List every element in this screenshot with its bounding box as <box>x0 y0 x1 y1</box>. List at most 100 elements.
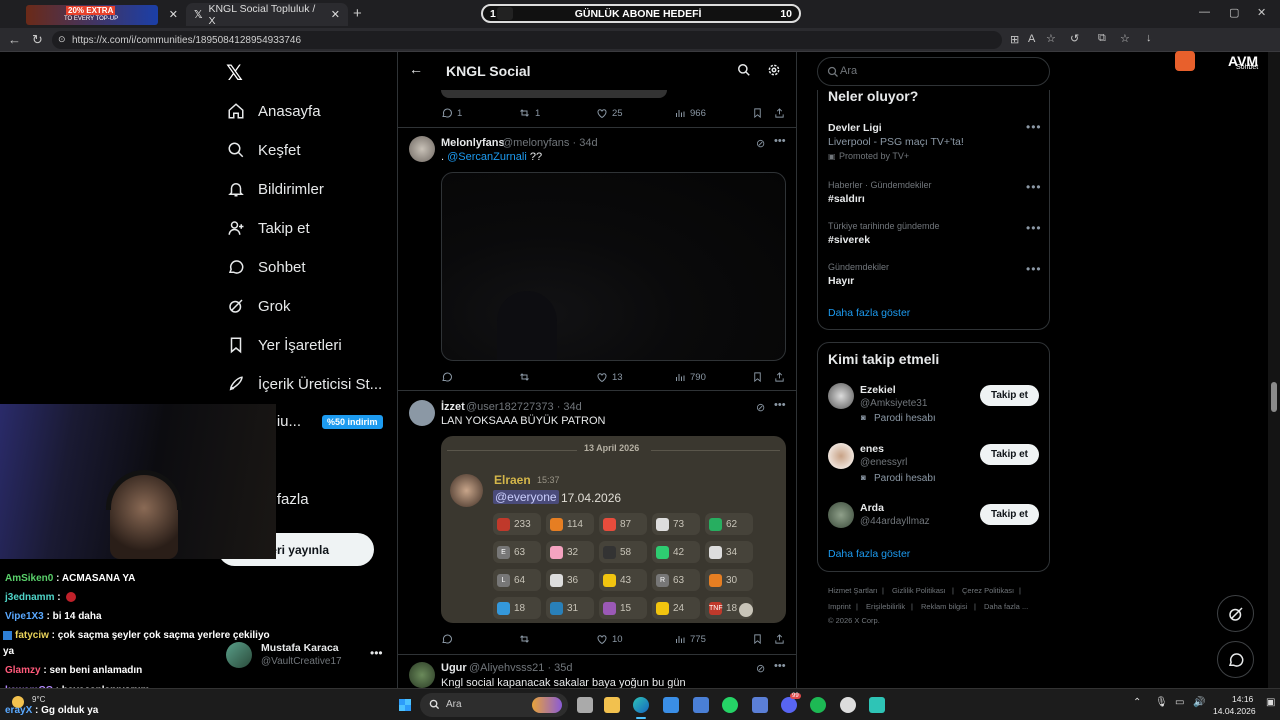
grok-explain-icon[interactable]: ⊘ <box>756 662 765 675</box>
follow-button[interactable]: Takip et <box>980 444 1039 465</box>
discord-icon[interactable] <box>781 697 797 713</box>
mic-icon[interactable]: 🎙 <box>1155 697 1168 708</box>
share-button[interactable] <box>774 633 785 645</box>
extensions-icon[interactable]: ⧉ <box>1098 32 1106 45</box>
footer-link[interactable]: Gizlilik Politikası <box>892 586 946 595</box>
url-field[interactable]: ⊙ https://x.com/i/communities/1895084128… <box>52 31 1002 49</box>
footer-link[interactable]: Erişilebilirlik <box>866 602 905 611</box>
scrollbar-thumb[interactable] <box>1271 382 1277 412</box>
nav-home[interactable]: Anasayfa <box>226 101 321 121</box>
clock-date[interactable]: 14.04.2026 <box>1213 706 1256 716</box>
nav-bookmarks[interactable]: Yer İşaretleri <box>226 335 342 355</box>
clock-time[interactable]: 14:16 <box>1232 694 1253 704</box>
tray-chevron-icon[interactable]: ⌃ <box>1133 697 1141 708</box>
extension-avm-icon[interactable] <box>1175 51 1195 71</box>
app-icon[interactable] <box>752 697 768 713</box>
reload-icon[interactable]: ↻ <box>32 32 43 48</box>
grok-float-button[interactable] <box>1217 595 1254 632</box>
footer-link[interactable]: Daha fazla ... <box>984 602 1028 611</box>
close-icon[interactable]: ✕ <box>169 8 178 21</box>
more-icon[interactable]: ••• <box>1026 120 1042 134</box>
grok-explain-icon[interactable]: ⊘ <box>756 401 765 414</box>
reply-button[interactable]: 1 <box>441 107 462 119</box>
footer-link[interactable]: Reklam bilgisi <box>921 602 967 611</box>
bookmark-button[interactable] <box>752 633 763 645</box>
refresh-extension-icon[interactable]: ↺ <box>1070 32 1079 45</box>
spotify-icon[interactable] <box>810 697 826 713</box>
task-view-icon[interactable] <box>577 697 593 713</box>
speaker-icon[interactable]: 🔊 <box>1193 697 1205 708</box>
app-icon[interactable] <box>869 697 885 713</box>
browser-tab-active[interactable]: 𝕏 KNGL Social Topluluk / X ✕ <box>186 3 348 27</box>
whatsapp-icon[interactable] <box>722 697 738 713</box>
nav-chat[interactable]: Sohbet <box>226 257 306 277</box>
post-author-name[interactable]: İzzet <box>441 401 465 413</box>
trends-show-more-link[interactable]: Daha fazla göster <box>828 307 910 319</box>
store-icon[interactable] <box>663 697 679 713</box>
more-icon[interactable]: ••• <box>774 399 786 411</box>
maximize-icon[interactable]: ▢ <box>1229 6 1239 19</box>
more-icon[interactable]: ••• <box>370 646 383 660</box>
more-icon[interactable]: ••• <box>1026 262 1042 276</box>
start-icon[interactable] <box>397 697 413 713</box>
avatar[interactable] <box>409 136 435 162</box>
nav-creator-studio[interactable]: İçerik Üreticisi St... <box>226 374 382 394</box>
footer-link[interactable]: Imprint <box>828 602 851 611</box>
more-icon[interactable]: ••• <box>774 135 786 147</box>
mail-icon[interactable] <box>693 697 709 713</box>
post-image-discord[interactable]: 13 April 2026 Elraen 15:37 @everyone 17.… <box>441 436 786 623</box>
footer-link[interactable]: Hizmet Şartları <box>828 586 878 595</box>
settings-gear-icon[interactable] <box>767 63 781 77</box>
follow-button[interactable]: Takip et <box>980 385 1039 406</box>
like-button[interactable]: 13 <box>596 371 623 383</box>
follow-button[interactable]: Takip et <box>980 504 1039 525</box>
like-button[interactable]: 25 <box>596 107 623 119</box>
site-info-icon[interactable]: ⊙ <box>58 34 66 45</box>
repost-button[interactable]: 1 <box>518 107 540 119</box>
post-author-handle[interactable]: @melonyfans · 34d <box>502 137 598 149</box>
x-logo[interactable]: 𝕏 <box>226 61 243 86</box>
more-icon[interactable]: ••• <box>1026 180 1042 194</box>
grok-explain-icon[interactable]: ⊘ <box>756 137 765 150</box>
notification-bell-icon[interactable]: ▣ <box>1266 697 1275 708</box>
read-aloud-icon[interactable]: A <box>1028 33 1035 45</box>
network-icon[interactable]: ▭ <box>1175 697 1184 708</box>
follow-show-more-link[interactable]: Daha fazla göster <box>828 548 910 560</box>
more-icon[interactable]: ••• <box>774 660 786 672</box>
messages-float-button[interactable] <box>1217 641 1254 678</box>
share-button[interactable] <box>774 371 785 383</box>
close-window-icon[interactable]: ✕ <box>1257 6 1266 19</box>
post-author-handle[interactable]: @Aliyehvsss21 · 35d <box>469 662 573 674</box>
views-button[interactable]: 790 <box>674 371 706 383</box>
favorite-icon[interactable]: ☆ <box>1046 32 1056 45</box>
app-icon[interactable] <box>840 697 856 713</box>
nav-notifications[interactable]: Bildirimler <box>226 179 324 199</box>
back-icon[interactable]: ← <box>8 32 21 47</box>
download-icon[interactable]: ↓ <box>1146 32 1152 44</box>
reply-button[interactable] <box>441 633 453 645</box>
header-search-icon[interactable] <box>737 63 751 77</box>
post-author-name[interactable]: Melonlyfans <box>441 137 505 149</box>
repost-button[interactable] <box>518 371 531 383</box>
favorites-bar-icon[interactable]: ☆ <box>1120 32 1130 45</box>
avatar[interactable] <box>409 662 435 688</box>
minimize-icon[interactable]: — <box>1199 6 1210 18</box>
footer-link[interactable]: Çerez Politikası <box>962 586 1014 595</box>
post-author-handle[interactable]: @user182727373 · 34d <box>466 401 582 413</box>
bookmark-button[interactable] <box>752 107 763 119</box>
bookmark-button[interactable] <box>752 371 763 383</box>
back-arrow-icon[interactable]: ← <box>409 61 423 77</box>
browser-tab-ad[interactable]: 20% EXTRA TO EVERY TOP-UP ✕ <box>18 3 186 26</box>
edge-icon[interactable] <box>633 697 649 713</box>
more-icon[interactable]: ••• <box>1026 221 1042 235</box>
like-button[interactable]: 10 <box>596 633 623 645</box>
post-video[interactable] <box>441 172 786 361</box>
avatar[interactable] <box>409 400 435 426</box>
mention-link[interactable]: @SercanZurnali <box>447 151 527 163</box>
repost-button[interactable] <box>518 633 531 645</box>
taskbar-search[interactable]: Ara <box>420 693 568 717</box>
nav-follow[interactable]: Takip et <box>226 218 310 238</box>
screenshot-icon[interactable]: ⊞ <box>1010 33 1019 46</box>
views-button[interactable]: 966 <box>674 107 706 119</box>
share-button[interactable] <box>774 107 785 119</box>
